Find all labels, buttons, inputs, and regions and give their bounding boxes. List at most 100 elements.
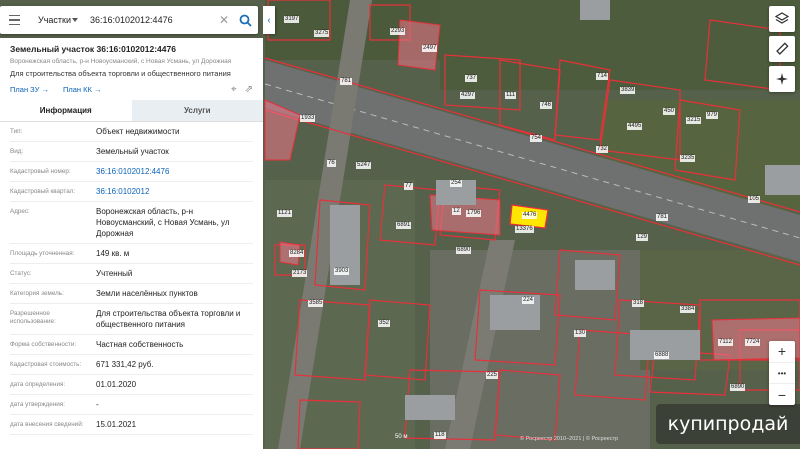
watermark-logo: купипродай [656, 404, 800, 444]
info-row: дата внесения сведений: 15.01.2021 [10, 415, 253, 435]
parcel-number-label: 781 [340, 78, 353, 85]
info-row: Статус: Учтенный [10, 264, 253, 284]
parcel-number-label: 352 [378, 320, 391, 327]
map-copyright: © Росреестр 2010–2021 | © Росреестр [520, 436, 619, 442]
parcel-use: Для строительства объекта торговли и общ… [10, 69, 231, 78]
search-type-select[interactable]: Участки [28, 15, 72, 25]
info-row: Тип: Объект недвижимости [10, 122, 253, 142]
info-row: Вид: Земельный участок [10, 142, 253, 162]
parcel-title: Земельный участок 36:16:0102012:4476 [10, 44, 176, 54]
collapse-panel-button[interactable]: ‹ [263, 6, 275, 34]
info-row-label: Тип: [10, 128, 23, 135]
parcel-number-label: 3197 [284, 16, 300, 23]
info-row-label: Кадастровый номер: [10, 168, 71, 175]
info-row-value: 01.01.2020 [96, 380, 137, 389]
info-row-label: Адрес: [10, 208, 30, 215]
info-row: Разрешенное использование: Для строительс… [10, 304, 253, 335]
info-row-value: 149 кв. м [96, 249, 130, 258]
zoom-in-button[interactable]: + [769, 341, 795, 362]
map-scale: 50 м [395, 434, 408, 440]
parcel-number-label: 3275 [314, 30, 330, 37]
info-row-label: Форма собственности: [10, 341, 77, 348]
parcel-number-label: 450 [663, 108, 676, 115]
zoom-controls: + ••• − [769, 341, 795, 405]
parcel-number-label: 3839 [620, 87, 636, 94]
info-row: дата утверждения: - [10, 395, 253, 415]
tab-services[interactable]: Услуги [131, 100, 263, 121]
info-row-value: - [96, 400, 99, 409]
chevron-left-icon: ‹ [267, 14, 271, 26]
parcel-number-label: 6890 [730, 384, 746, 391]
info-row-value[interactable]: 36:16:0102012 [96, 186, 253, 197]
info-rows: Тип: Объект недвижимости Вид: Земельный уча… [0, 122, 263, 435]
parcel-number-label: 76 [327, 160, 336, 167]
info-row-label: дата определения: [10, 381, 66, 388]
parcel-number-label: 5247 [356, 162, 372, 169]
search-input[interactable] [90, 15, 216, 25]
info-row: Кадастровый квартал: 36:16:0102012 [10, 182, 253, 202]
layers-button[interactable] [769, 6, 795, 32]
compass-icon [776, 73, 788, 85]
info-row-value: Воронежская область, р-н Новоусманский, … [96, 207, 230, 238]
parcel-number-label: 3215 [686, 117, 702, 124]
info-row-value: Для строительства объекта торговли и общ… [96, 309, 241, 329]
info-row-value[interactable]: 36:16:0102012:4476 [96, 166, 253, 177]
menu-icon[interactable] [0, 6, 28, 34]
parcel-number-label: 254 [450, 180, 463, 187]
parcel-number-label: 77 [404, 183, 413, 190]
info-row-label: Площадь уточненная: [10, 250, 75, 257]
ruler-button[interactable] [769, 36, 795, 62]
zoom-out-button[interactable]: − [769, 384, 795, 405]
parcel-number-label: 6891 [396, 222, 412, 229]
parcel-number-label: 2173 [292, 270, 308, 277]
more-icon[interactable]: ••• [769, 361, 795, 385]
parcel-number-label: 224 [522, 297, 535, 304]
info-row: Категория земель: Земли населённых пункто… [10, 284, 253, 304]
info-row-value: 15.01.2021 [96, 420, 137, 429]
info-row-label: дата утверждения: [10, 401, 65, 408]
parcel-number-label: 130 [574, 330, 587, 337]
parcel-number-label: 6888 [654, 352, 670, 359]
info-row: дата определения: 01.01.2020 [10, 375, 253, 395]
ruler-icon [776, 42, 789, 55]
parcel-number-label: 7724 [745, 339, 761, 346]
search-icon[interactable] [232, 6, 258, 34]
locate-button[interactable] [769, 66, 795, 92]
parcel-number-label: 2293 [390, 28, 406, 35]
parcel-number-label: 979 [706, 112, 719, 119]
measure-icon[interactable]: ⌖ [231, 84, 237, 95]
info-row-label: Кадастровый квартал: [10, 188, 76, 195]
search-bar: Участки ✕ [0, 6, 258, 34]
parcel-number-label: 714 [596, 73, 609, 80]
tab-info[interactable]: Информация [0, 100, 132, 121]
info-row-label: Статус: [10, 270, 32, 277]
parcel-number-label: 129 [636, 234, 649, 241]
parcel-number-label: 4297 [460, 92, 476, 99]
parcel-number-label: 6890 [456, 247, 472, 254]
parcel-number-label: 3903 [334, 268, 350, 275]
chevron-down-icon[interactable] [72, 18, 78, 22]
parcel-number-label: 318 [632, 300, 645, 307]
close-icon[interactable]: ✕ [216, 13, 232, 27]
parcel-number-label: 1933 [300, 115, 316, 122]
info-row-label: Вид: [10, 148, 24, 155]
share-icon[interactable]: ⇗ [245, 84, 253, 95]
parcel-address: Воронежская область, р-н Новоусманский, … [10, 58, 232, 65]
parcel-number-label: 3585 [308, 300, 324, 307]
parcel-number-label: 737 [465, 75, 478, 82]
info-row: Площадь уточненная: 149 кв. м [10, 244, 253, 264]
info-row: Кадастровая стоимость: 671 331,42 руб. [10, 355, 253, 375]
info-row: Адрес: Воронежская область, р-н Новоусман… [10, 202, 253, 244]
info-row-label: Разрешенное использование: [10, 310, 56, 325]
parcel-number-label: 13376 [515, 226, 534, 233]
parcel-number-label: 754 [530, 135, 543, 142]
parcel-number-label: 781 [656, 214, 669, 221]
parcel-number-label: 2497 [422, 45, 438, 52]
parcel-number-label: 118 [434, 432, 446, 439]
info-row-value: Частная собственность [96, 340, 184, 349]
parcel-number-label: 105 [748, 196, 761, 203]
parcel-number-label: 225 [486, 372, 499, 379]
parcel-number-label: 732 [596, 146, 609, 153]
plan-zu-link[interactable]: План ЗУ → [10, 85, 49, 94]
plan-kk-link[interactable]: План КК → [63, 85, 102, 94]
